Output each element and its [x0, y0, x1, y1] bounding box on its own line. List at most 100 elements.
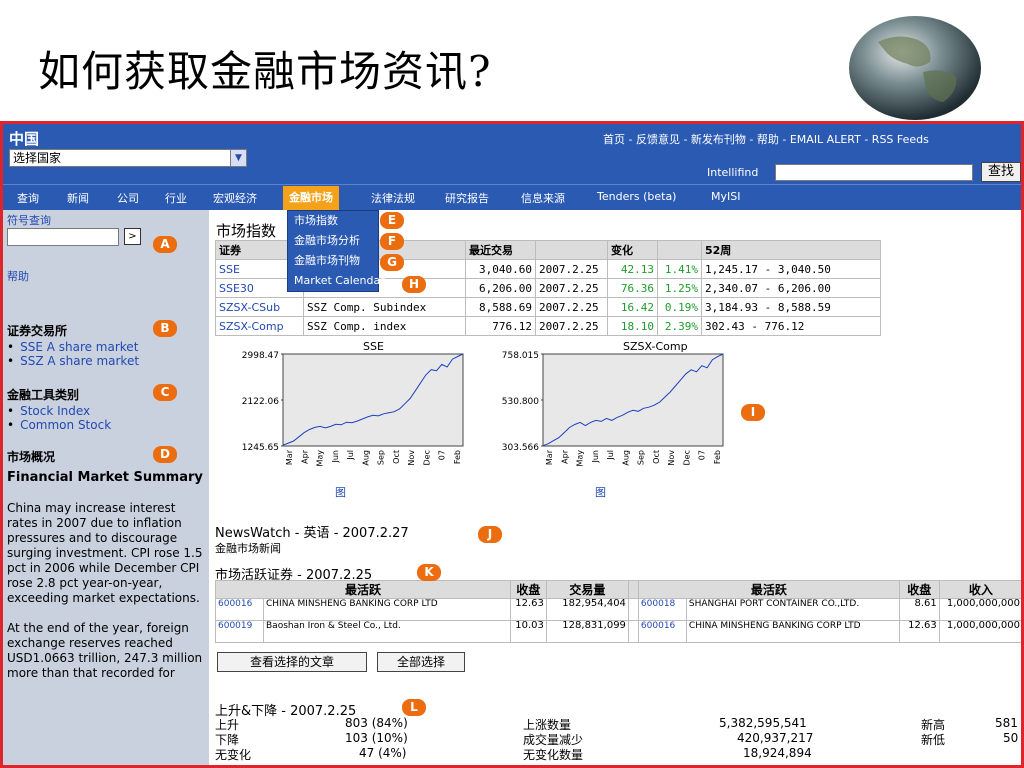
search-button[interactable]: 查找 — [981, 162, 1021, 182]
chart-link[interactable]: 图 — [335, 484, 346, 500]
help-link[interactable]: 帮助 — [7, 268, 29, 284]
index-link[interactable]: SZSX-Comp — [215, 316, 304, 336]
x-tick-label: Feb — [453, 450, 462, 464]
overview-heading: 市场概况 — [7, 450, 56, 464]
submenu-item[interactable]: 金融市场分析 — [288, 231, 378, 251]
newswatch-subtitle: 金融市场新闻 — [215, 542, 281, 555]
nav-item[interactable]: 查询 — [17, 190, 39, 206]
x-tick-label: Jun — [331, 450, 340, 464]
country-select[interactable]: 选择国家 ▼ — [9, 149, 247, 167]
updown-label: 新低 — [921, 733, 946, 747]
go-button[interactable]: > — [124, 228, 141, 245]
symbol-lookup-link[interactable]: 符号查询 — [7, 212, 51, 228]
column-header: 变化 — [607, 240, 658, 260]
stock-name: CHINA MINSHENG BANKING CORP LTD — [685, 620, 900, 643]
instrument-link[interactable]: Stock Index — [7, 404, 90, 418]
table-row: SZSX-CSub SSZ Comp. Subindex 8,588.69 20… — [215, 297, 881, 317]
column-header — [535, 240, 608, 260]
plot-area — [282, 353, 464, 447]
change-value: 42.13 — [607, 259, 658, 279]
change-value: 18.10 — [607, 316, 658, 336]
x-tick-label: Aug — [621, 450, 630, 466]
marker-g: G — [380, 254, 404, 271]
nav-item[interactable]: 公司 — [117, 190, 139, 206]
x-tick-label: Feb — [713, 450, 722, 464]
submenu: 市场指数 金融市场分析 金融市场刊物 Market Calendar — [287, 210, 385, 292]
revenue: 1,000,000,000 — [938, 620, 1021, 643]
index-link[interactable]: SZSX-CSub — [215, 297, 304, 317]
x-tick-label: Dec — [422, 450, 431, 465]
marker-h: H — [402, 276, 426, 293]
chevron-down-icon[interactable]: ▼ — [230, 150, 246, 166]
last-trade: 776.12 — [465, 316, 536, 336]
chart-link[interactable]: 图 — [595, 484, 606, 500]
submenu-item[interactable]: Market Calendar — [288, 271, 385, 291]
submenu-item[interactable]: 金融市场刊物 — [288, 251, 378, 271]
change-percent: 2.39% — [657, 316, 702, 336]
marker-j: J — [478, 526, 502, 543]
nav-item-active[interactable]: 金融市场 — [283, 186, 339, 210]
x-tick-label: Mar — [545, 449, 554, 465]
marker-d: D — [153, 446, 177, 463]
symbol-input[interactable] — [7, 228, 119, 246]
last-trade: 8,588.69 — [465, 297, 536, 317]
y-tick-label: 2998.47 — [242, 351, 279, 361]
summary-body: China may increase interest rates in 200… — [7, 501, 209, 696]
sse-chart[interactable]: SSE 2998.47 2122.06 1245.65 Mar Apr May Jun Jul A… — [215, 340, 475, 480]
nav-item[interactable]: 法律法规 — [371, 190, 415, 206]
column-header — [627, 580, 639, 599]
stock-code-link[interactable]: 600018 — [637, 598, 687, 621]
exchanges-heading: 证券交易所 — [7, 324, 68, 338]
view-selected-button[interactable]: 查看选择的文章 — [217, 652, 367, 672]
stock-code-link[interactable]: 600016 — [215, 598, 264, 621]
nav-item[interactable]: MyISI — [711, 190, 740, 203]
x-tick-label: Oct — [392, 450, 401, 464]
instrument-link[interactable]: Common Stock — [7, 418, 111, 432]
exchange-link[interactable]: SSE A share market — [7, 340, 138, 354]
stock-code-link[interactable]: 600016 — [637, 620, 687, 643]
search-input[interactable] — [775, 164, 973, 181]
nav-item[interactable]: 研究报告 — [445, 190, 489, 206]
last-trade: 3,040.60 — [465, 259, 536, 279]
updown-label: 无变化数量 — [523, 748, 584, 762]
top-links[interactable]: 首页 - 反馈意见 - 新发布刊物 - 帮助 - EMAIL ALERT - R… — [603, 131, 929, 147]
column-header: 52周 — [701, 240, 881, 260]
y-tick-label: 303.566 — [502, 443, 539, 453]
country-select-value: 选择国家 — [13, 151, 62, 165]
nav-item[interactable]: 宏观经济 — [213, 190, 257, 206]
exchange-link[interactable]: SSZ A share market — [7, 354, 139, 368]
x-tick-label: May — [316, 450, 325, 467]
updown-label: 无变化 — [215, 748, 252, 762]
summary-paragraph: At the end of the year, foreign exchange… — [7, 621, 203, 680]
nav-item[interactable]: Tenders (beta) — [597, 190, 676, 203]
nav-item[interactable]: 新闻 — [67, 190, 89, 206]
globe-icon — [849, 16, 981, 120]
change-value: 16.42 — [607, 297, 658, 317]
chart-title: SSE — [363, 340, 384, 353]
last-trade: 6,206.00 — [465, 278, 536, 298]
column-header: 收盘 — [509, 580, 547, 599]
change-percent: 1.25% — [657, 278, 702, 298]
y-tick-label: 530.800 — [502, 397, 539, 407]
site-header: 中国 选择国家 ▼ 首页 - 反馈意见 - 新发布刊物 - 帮助 - EMAIL… — [3, 124, 1021, 184]
trade-date: 2007.2.25 — [535, 316, 608, 336]
szsx-chart[interactable]: SZSX-Comp 758.015 530.800 303.566 Mar Apr May J… — [475, 340, 735, 480]
site-name[interactable]: 中国 — [9, 128, 39, 149]
left-sidebar: 符号查询 > 帮助 证券交易所 SSE A share market SSZ A… — [3, 210, 209, 765]
index-name: SSZ Comp. Subindex — [303, 297, 466, 317]
table-row: 600019 Baoshan Iron & Steel Co., Ltd. 10… — [215, 620, 1021, 643]
x-tick-label: Mar — [285, 449, 294, 465]
stock-name: SHANGHAI PORT CONTAINER CO.,LTD. — [685, 598, 900, 621]
nav-item[interactable]: 行业 — [165, 190, 187, 206]
updown-value: 5,382,595,541 — [719, 716, 807, 730]
marker-c: C — [153, 384, 177, 401]
nav-item[interactable]: 信息来源 — [521, 190, 565, 206]
summary-title: Financial Market Summary — [7, 470, 203, 485]
select-all-button[interactable]: 全部选择 — [377, 652, 465, 672]
submenu-item[interactable]: 市场指数 — [288, 211, 378, 231]
marker-l: L — [402, 699, 426, 716]
newswatch-line[interactable]: NewsWatch - 英语 - 2007.2.27 — [215, 522, 409, 541]
plot-area — [542, 353, 724, 447]
week52-range: 2,340.07 - 6,206.00 — [701, 278, 881, 298]
stock-code-link[interactable]: 600019 — [215, 620, 264, 643]
